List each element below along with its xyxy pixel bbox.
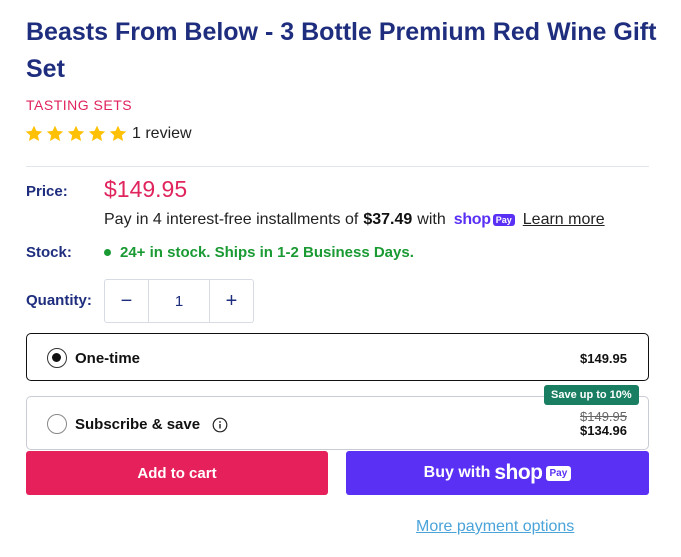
quantity-stepper: − +	[104, 279, 254, 323]
one-time-label: One-time	[75, 350, 141, 367]
one-time-purchase-option[interactable]: One-time $149.95	[26, 333, 649, 381]
vendor-link[interactable]: TASTING SETS	[26, 97, 132, 113]
more-payment-options-link[interactable]: More payment options	[416, 518, 574, 536]
rating-stars	[24, 124, 128, 144]
minus-icon: −	[120, 289, 133, 312]
add-to-cart-button[interactable]: Add to cart	[26, 451, 328, 495]
stock-label: Stock:	[26, 244, 72, 261]
shop-pay-logo: shop Pay	[454, 211, 515, 229]
one-time-price: $149.95	[580, 351, 627, 366]
in-stock-dot-icon	[104, 249, 111, 256]
subscribe-original-price: $149.95	[580, 409, 627, 424]
decrease-quantity-button[interactable]: −	[105, 280, 148, 322]
installments-with: with	[417, 211, 446, 228]
product-title: Beasts From Below - 3 Bottle Premium Red…	[26, 18, 657, 83]
installment-amount: $37.49	[363, 211, 413, 228]
shop-pay-logo-pay: Pay	[492, 214, 515, 226]
divider	[26, 166, 649, 167]
quantity-label: Quantity:	[26, 292, 92, 309]
subscribe-radio[interactable]	[47, 414, 67, 434]
star-icon	[67, 125, 85, 141]
learn-more-link[interactable]: Learn more	[523, 211, 605, 229]
quantity-input[interactable]	[148, 280, 210, 322]
price-label: Price:	[26, 183, 68, 200]
info-icon[interactable]	[212, 417, 228, 433]
installments-text: Pay in 4 interest-free installments of	[104, 211, 359, 228]
product-price: $149.95	[104, 176, 188, 202]
buy-with-text: Buy with	[423, 464, 491, 481]
stock-text: 24+ in stock. Ships in 1-2 Business Days…	[120, 244, 414, 261]
shop-logo-text: shop	[494, 461, 543, 484]
star-icon	[109, 125, 127, 141]
save-badge: Save up to 10%	[544, 385, 639, 405]
subscribe-price: $134.96	[580, 423, 627, 438]
star-icon	[46, 125, 64, 141]
star-icon	[88, 125, 106, 141]
increase-quantity-button[interactable]: +	[210, 280, 253, 322]
subscribe-label: Subscribe & save	[75, 416, 201, 433]
buy-with-shop-pay-button[interactable]: Buy with shop Pay	[346, 451, 649, 495]
product-rating[interactable]: 1 review	[24, 124, 192, 144]
star-icon	[25, 125, 43, 141]
subscribe-label-wrap: Subscribe & save	[75, 416, 228, 433]
review-count[interactable]: 1 review	[132, 125, 192, 143]
installments-info: Pay in 4 interest-free installments of $…	[104, 211, 605, 229]
one-time-radio[interactable]	[47, 348, 67, 368]
plus-icon: +	[225, 289, 238, 312]
shop-pay-logo-shop: shop	[453, 211, 491, 228]
stock-status: 24+ in stock. Ships in 1-2 Business Days…	[104, 244, 414, 261]
pay-logo-pill: Pay	[545, 465, 572, 481]
